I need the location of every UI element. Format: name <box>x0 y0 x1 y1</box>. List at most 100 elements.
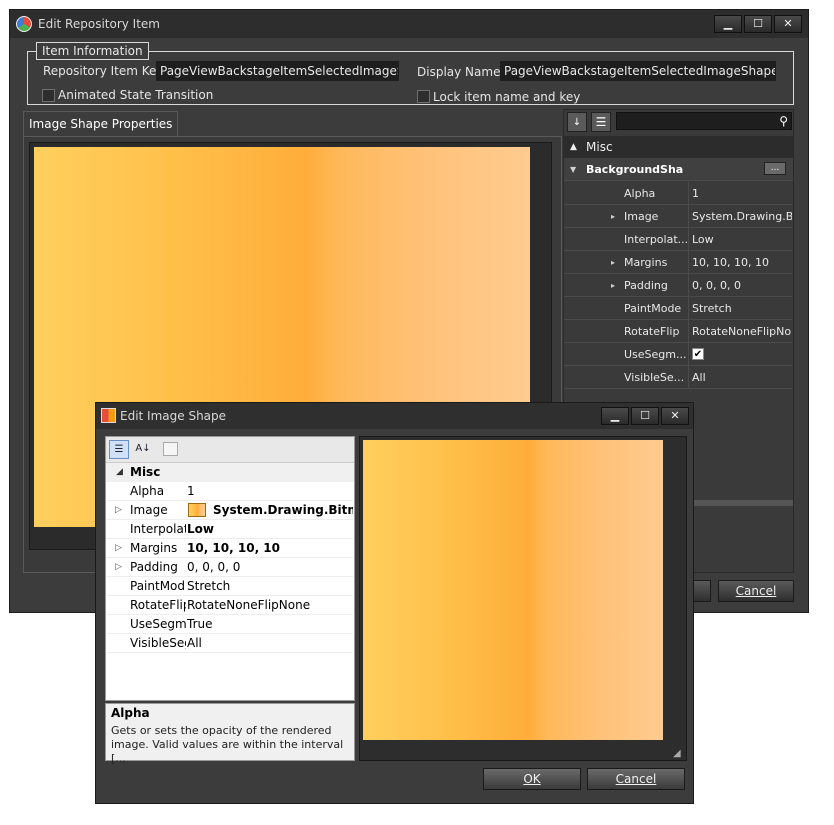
dialog-category-label: Misc <box>130 465 161 479</box>
property-value[interactable]: Low <box>186 520 353 539</box>
display-name-label: Display Name : <box>417 65 509 79</box>
resize-grip-icon[interactable]: ◢ <box>673 748 681 759</box>
app-logo-icon <box>16 16 32 32</box>
property-value[interactable]: System.Drawing.Bit <box>688 205 792 228</box>
dialog-cancel-button[interactable]: Cancel <box>587 768 685 790</box>
dialog-maximize-button[interactable]: ☐ <box>631 407 659 425</box>
ok-button[interactable]: OK <box>483 768 581 790</box>
property-name: Alpha <box>130 484 165 498</box>
dialog-toolbar: ☰ A↓ <box>106 437 354 463</box>
property-name: Margins <box>624 256 668 269</box>
property-value[interactable]: 1 <box>186 482 353 501</box>
property-row[interactable]: ▸ Margins 10, 10, 10, 10 <box>564 251 792 274</box>
property-row[interactable]: ▸ Padding 0, 0, 0, 0 <box>564 274 792 297</box>
property-name: UseSegm... <box>624 348 687 361</box>
image-swatch <box>188 503 206 517</box>
property-search-input[interactable]: ⚲ <box>616 112 792 130</box>
dialog-image-preview <box>363 440 663 740</box>
dialog-image-preview-frame: ◢ <box>359 436 687 761</box>
sort-alpha-icon[interactable]: A↓ <box>133 440 153 459</box>
collapse-icon: ▲ <box>570 142 577 152</box>
help-panel: Alpha Gets or sets the opacity of the re… <box>105 703 355 765</box>
property-value[interactable]: All <box>186 634 353 653</box>
property-value[interactable]: Low <box>688 228 792 251</box>
property-value[interactable]: 1 <box>688 182 792 205</box>
dialog-property-row[interactable]: ▷ Margins 10, 10, 10, 10 <box>106 539 353 558</box>
property-value[interactable]: RotateNoneFlipNone <box>186 596 353 615</box>
dialog-property-row[interactable]: VisibleSeg All <box>106 634 353 653</box>
categorized-icon[interactable]: ☰ <box>591 112 611 132</box>
property-name: RotateFlip <box>624 325 680 338</box>
repo-key-label: Repository Item Key : <box>43 64 172 78</box>
ellipsis-button[interactable]: ... <box>764 162 786 175</box>
category-label: Misc <box>586 140 613 154</box>
title-bar[interactable]: Edit Repository Item ▁ ☐ ✕ <box>10 10 808 38</box>
window-title: Edit Repository Item <box>38 17 160 31</box>
dialog-app-icon <box>101 408 116 423</box>
maximize-button[interactable]: ☐ <box>744 15 772 33</box>
property-name: Interpolat <box>130 522 186 536</box>
minimize-button[interactable]: ▁ <box>714 15 742 33</box>
collapse-icon: ◢ <box>116 467 123 477</box>
property-row[interactable]: ▸ Image System.Drawing.Bit <box>564 205 792 228</box>
dialog-category-misc[interactable]: ◢ Misc <box>106 463 354 482</box>
sort-alpha-icon[interactable]: ↓ <box>567 112 587 132</box>
help-text: Gets or sets the opacity of the rendered… <box>111 724 344 765</box>
cancel-button[interactable]: Cancel <box>718 580 794 602</box>
lock-item-checkbox[interactable] <box>417 90 430 103</box>
dialog-minimize-button[interactable]: ▁ <box>601 407 629 425</box>
property-name: VisibleSe... <box>624 371 685 384</box>
background-shape-row[interactable]: ▼ BackgroundShape ... <box>564 158 793 181</box>
property-row[interactable]: PaintMode Stretch <box>564 297 792 320</box>
property-value[interactable]: System.Drawing.Bitmap <box>212 501 353 520</box>
dialog-property-row[interactable]: ▷ Padding 0, 0, 0, 0 <box>106 558 353 577</box>
property-value[interactable]: Stretch <box>186 577 353 596</box>
property-name: Padding <box>130 560 178 574</box>
property-value[interactable]: Stretch <box>688 297 792 320</box>
edit-image-shape-dialog: Edit Image Shape ▁ ☐ ✕ ☰ A↓ ◢ Misc Alpha… <box>95 402 694 804</box>
property-value[interactable]: All <box>688 366 792 389</box>
dialog-property-row[interactable]: PaintMod Stretch <box>106 577 353 596</box>
property-value[interactable]: 0, 0, 0, 0 <box>688 274 792 297</box>
property-row[interactable]: UseSegm... ✔ <box>564 343 792 366</box>
dialog-property-row[interactable]: Alpha 1 <box>106 482 353 501</box>
animated-transition-label: Animated State Transition <box>58 88 214 102</box>
property-name: UseSegme <box>130 617 186 631</box>
property-name: Alpha <box>624 187 656 200</box>
lock-item-label: Lock item name and key <box>433 90 581 104</box>
dialog-property-row[interactable]: ▷ImageSystem.Drawing.Bitmap <box>106 501 353 520</box>
property-row[interactable]: Interpolat... Low <box>564 228 792 251</box>
categorized-icon[interactable]: ☰ <box>109 440 129 459</box>
category-misc[interactable]: ▲ Misc <box>564 136 793 158</box>
property-value[interactable]: RotateNoneFlipNo <box>688 320 792 343</box>
dialog-title-bar[interactable]: Edit Image Shape ▁ ☐ ✕ <box>96 403 693 429</box>
dialog-property-row[interactable]: Interpolat Low <box>106 520 353 539</box>
property-pages-icon[interactable] <box>163 442 178 456</box>
property-name: PaintMod <box>130 579 186 593</box>
check-icon[interactable]: ✔ <box>692 348 704 360</box>
property-name: PaintMode <box>624 302 682 315</box>
property-value[interactable]: 0, 0, 0, 0 <box>186 558 353 577</box>
dialog-property-row[interactable]: UseSegmeTrue <box>106 615 353 634</box>
display-name-input[interactable]: PageViewBackstageItemSelectedImageShape <box>500 61 776 81</box>
property-name: Padding <box>624 279 668 292</box>
dialog-title: Edit Image Shape <box>120 409 227 423</box>
property-value[interactable]: True <box>186 615 353 634</box>
search-icon: ⚲ <box>779 114 788 128</box>
tab-image-shape-properties[interactable]: Image Shape Properties <box>23 111 179 136</box>
dialog-property-rows: Alpha1▷ImageSystem.Drawing.BitmapInterpo… <box>106 482 354 657</box>
property-name: RotateFlip <box>130 598 186 612</box>
expanded-icon: ▼ <box>570 165 577 174</box>
repo-key-input[interactable]: PageViewBackstageItemSelectedImageShape <box>156 61 399 81</box>
property-row[interactable]: Alpha 1 <box>564 182 792 205</box>
property-row[interactable]: VisibleSe... All <box>564 366 792 389</box>
dialog-property-row[interactable]: RotateFlip RotateNoneFlipNone <box>106 596 353 615</box>
dialog-close-button[interactable]: ✕ <box>661 407 689 425</box>
property-rows: Alpha 1 ▸ Image System.Drawing.Bit Interpolat… <box>564 182 793 392</box>
property-name: VisibleSeg <box>130 636 186 650</box>
close-button[interactable]: ✕ <box>774 15 802 33</box>
property-row[interactable]: RotateFlip RotateNoneFlipNo <box>564 320 792 343</box>
property-value[interactable]: 10, 10, 10, 10 <box>688 251 792 274</box>
animated-transition-checkbox[interactable] <box>42 89 55 102</box>
property-value[interactable]: 10, 10, 10, 10 <box>186 539 353 558</box>
